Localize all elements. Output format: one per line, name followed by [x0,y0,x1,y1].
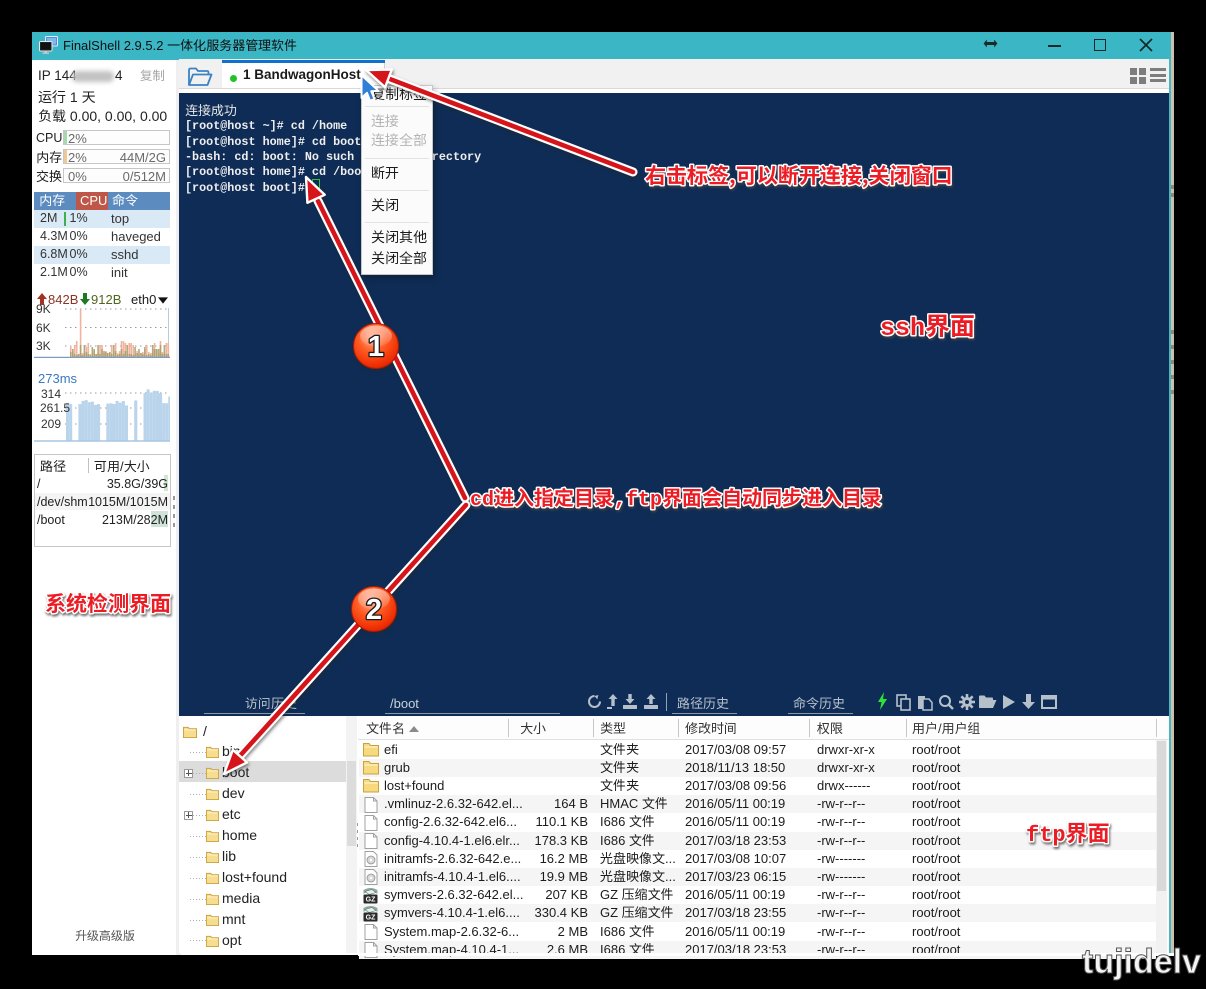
svg-text:1: 1 [368,331,384,363]
svg-text:右击标签,可以断开连接,关闭窗口: 右击标签,可以断开连接,关闭窗口 [645,160,953,190]
svg-text:ssh界面: ssh界面 [880,314,975,343]
svg-text:ftp界面: ftp界面 [1026,823,1110,848]
svg-text:2: 2 [366,594,382,626]
svg-text:cd进入指定目录,ftp界面会自动同步进入目录: cd进入指定目录,ftp界面会自动同步进入目录 [470,487,882,512]
svg-text:系统检测界面: 系统检测界面 [45,588,171,618]
